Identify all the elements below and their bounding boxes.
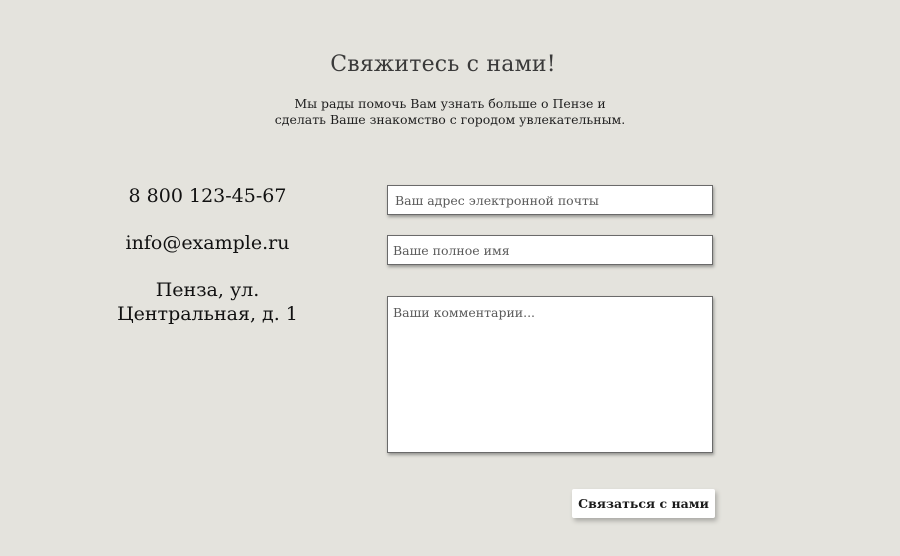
contact-us-button[interactable]: Связаться с нами <box>572 489 715 518</box>
subtitle-line-1: Мы рады помочь Вам узнать больше о Пензе… <box>294 96 606 111</box>
contact-page: Свяжитесь с нами! Мы рады помочь Вам узн… <box>0 0 900 556</box>
comments-textarea[interactable] <box>387 296 713 453</box>
page-title: Свяжитесь с нами! <box>330 52 556 77</box>
email-input[interactable] <box>387 185 713 215</box>
full-name-input[interactable] <box>387 235 713 265</box>
contact-phone: 8 800 123-45-67 <box>128 185 287 207</box>
address-line-2: Центральная, д. 1 <box>117 303 298 325</box>
page-subtitle: Мы рады помочь Вам узнать больше о Пензе… <box>0 96 900 128</box>
address-line-1: Пенза, ул. <box>155 279 260 301</box>
contact-address: Пенза, ул. Центральная, д. 1 <box>100 278 315 326</box>
contact-email: info@example.ru <box>125 232 290 254</box>
subtitle-line-2: сделать Ваше знакомство с городом увлека… <box>274 112 626 127</box>
